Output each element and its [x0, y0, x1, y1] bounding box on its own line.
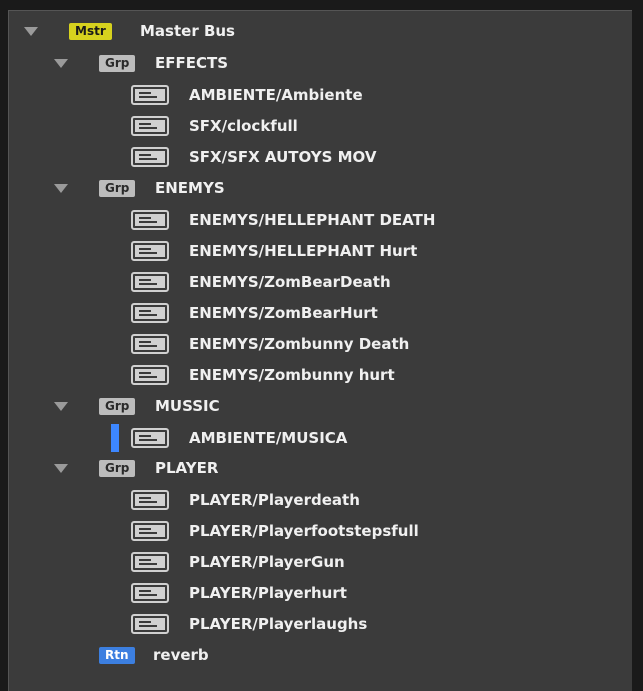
event-label: ENEMYS/Zombunny hurt — [189, 366, 395, 384]
event-icon — [131, 428, 169, 448]
event-icon — [131, 521, 169, 541]
event-icon — [131, 116, 169, 136]
tree-row-event[interactable]: SFX/clockfull — [9, 112, 632, 140]
event-label: ENEMYS/HELLEPHANT Hurt — [189, 242, 418, 260]
tree-row-event[interactable]: SFX/SFX AUTOYS MOV — [9, 143, 632, 171]
group-label: EFFECTS — [155, 54, 229, 72]
group-label: MUSSIC — [155, 397, 220, 415]
event-icon — [131, 147, 169, 167]
expand-arrow-icon[interactable] — [54, 401, 68, 411]
tree-row-group-mussic[interactable]: Grp MUSSIC — [9, 392, 632, 420]
event-icon — [131, 614, 169, 634]
tree-row-event[interactable]: PLAYER/Playerlaughs — [9, 610, 632, 638]
tree-row-event[interactable]: PLAYER/Playerdeath — [9, 486, 632, 514]
event-icon — [131, 365, 169, 385]
tree-row-group-effects[interactable]: Grp EFFECTS — [9, 49, 632, 77]
event-label: SFX/clockfull — [189, 117, 298, 135]
tree-row-event[interactable]: ENEMYS/ZomBearHurt — [9, 299, 632, 327]
tree-row-master-bus[interactable]: Mstr Master Bus — [9, 17, 632, 45]
group-label: ENEMYS — [155, 179, 225, 197]
expand-arrow-icon[interactable] — [24, 26, 38, 36]
selection-indicator — [111, 424, 119, 452]
tree-row-event[interactable]: PLAYER/PlayerGun — [9, 548, 632, 576]
tree-row-event[interactable]: ENEMYS/Zombunny hurt — [9, 361, 632, 389]
expand-arrow-icon[interactable] — [54, 58, 68, 68]
event-icon — [131, 552, 169, 572]
event-icon — [131, 303, 169, 323]
event-label: PLAYER/Playerfootstepsfull — [189, 522, 419, 540]
expand-arrow-icon[interactable] — [54, 463, 68, 473]
tree-row-event[interactable]: AMBIENTE/Ambiente — [9, 81, 632, 109]
event-label: PLAYER/Playerhurt — [189, 584, 347, 602]
event-icon — [131, 583, 169, 603]
event-icon — [131, 334, 169, 354]
event-icon — [131, 210, 169, 230]
tree-row-return-reverb[interactable]: Rtn reverb — [9, 641, 632, 669]
return-bus-label: reverb — [153, 646, 209, 664]
event-icon — [131, 490, 169, 510]
event-icon — [131, 85, 169, 105]
event-label: AMBIENTE/Ambiente — [189, 86, 363, 104]
group-label: PLAYER — [155, 459, 219, 477]
event-label: PLAYER/PlayerGun — [189, 553, 345, 571]
return-badge: Rtn — [99, 646, 135, 664]
tree-row-event[interactable]: PLAYER/Playerhurt — [9, 579, 632, 607]
event-label: PLAYER/Playerlaughs — [189, 615, 368, 633]
group-badge: Grp — [99, 54, 136, 72]
group-badge: Grp — [99, 179, 136, 197]
event-label: PLAYER/Playerdeath — [189, 491, 360, 509]
event-label: ENEMYS/ZomBearHurt — [189, 304, 378, 322]
event-label: AMBIENTE/MUSICA — [189, 429, 348, 447]
event-label: SFX/SFX AUTOYS MOV — [189, 148, 377, 166]
tree-row-group-player[interactable]: Grp PLAYER — [9, 454, 632, 482]
master-bus-label: Master Bus — [140, 22, 235, 40]
event-label: ENEMYS/HELLEPHANT DEATH — [189, 211, 436, 229]
tree-row-event[interactable]: ENEMYS/HELLEPHANT DEATH — [9, 206, 632, 234]
mixer-routing-tree: Mstr Master Bus Grp EFFECTS AMBIENTE/Amb… — [8, 10, 632, 691]
tree-row-event[interactable]: ENEMYS/ZomBearDeath — [9, 268, 632, 296]
tree-row-event[interactable]: PLAYER/Playerfootstepsfull — [9, 517, 632, 545]
tree-row-group-enemys[interactable]: Grp ENEMYS — [9, 174, 632, 202]
expand-arrow-icon[interactable] — [54, 183, 68, 193]
event-label: ENEMYS/Zombunny Death — [189, 335, 410, 353]
tree-row-event[interactable]: ENEMYS/HELLEPHANT Hurt — [9, 237, 632, 265]
event-icon — [131, 272, 169, 292]
group-badge: Grp — [99, 397, 136, 415]
group-badge: Grp — [99, 459, 136, 477]
master-badge: Mstr — [69, 22, 112, 40]
tree-row-event[interactable]: ENEMYS/Zombunny Death — [9, 330, 632, 358]
event-icon — [131, 241, 169, 261]
event-label: ENEMYS/ZomBearDeath — [189, 273, 391, 291]
tree-row-event-selected[interactable]: AMBIENTE/MUSICA — [9, 424, 632, 452]
